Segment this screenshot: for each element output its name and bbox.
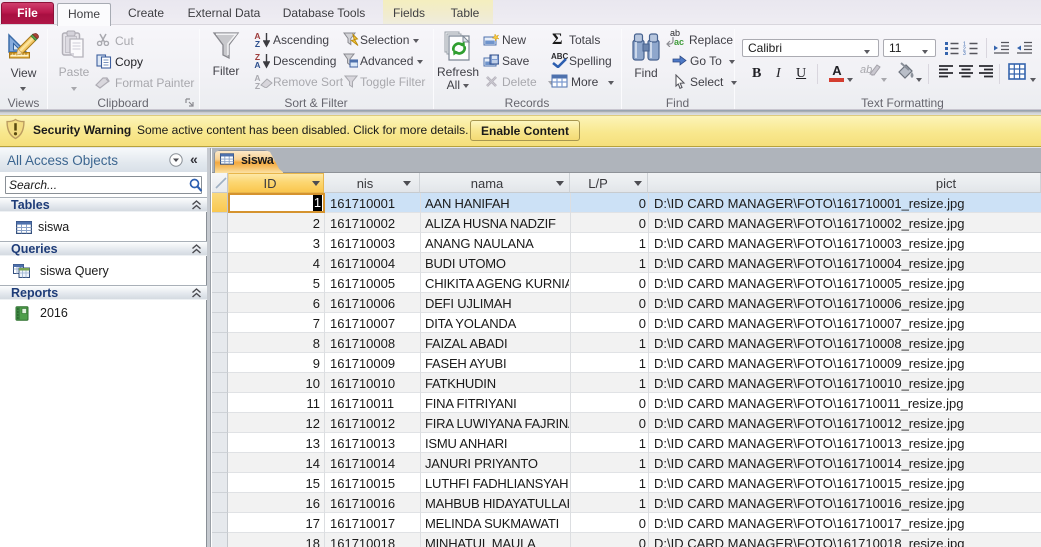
svg-text:3: 3 [963,51,966,55]
